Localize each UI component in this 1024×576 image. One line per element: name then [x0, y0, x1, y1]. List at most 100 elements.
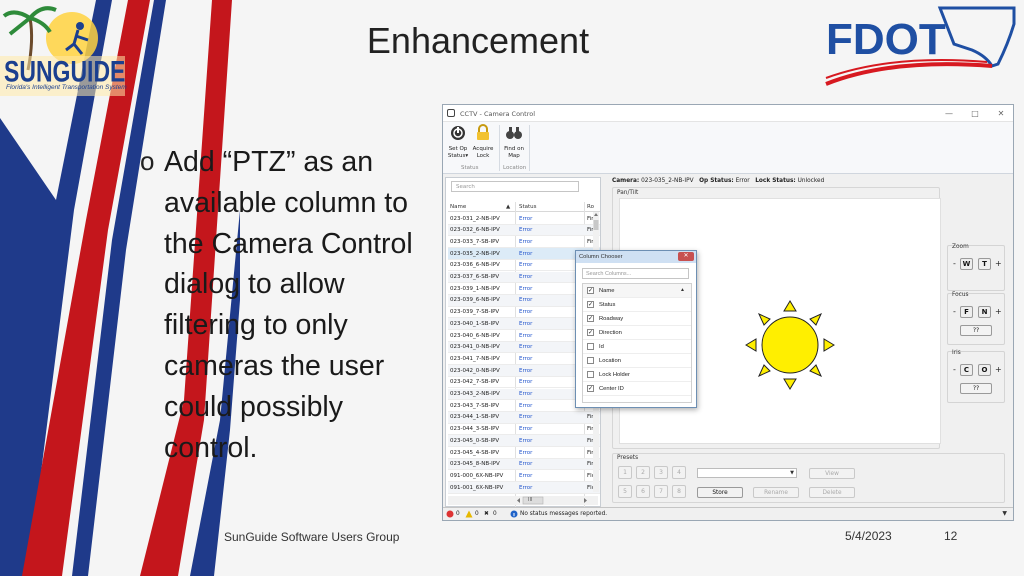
window-titlebar[interactable]: CCTV - Camera Control — □ ✕: [443, 105, 1013, 122]
iris-plus: +: [995, 365, 1002, 374]
camera-name: 023-037_6-SB-IPV: [450, 274, 500, 280]
ribbon-toolbar: Set Op Status▾ Acquire Lock Status Find …: [443, 122, 1013, 174]
preset-button-1[interactable]: 1: [618, 466, 632, 479]
focus-far-button[interactable]: F: [960, 306, 973, 318]
column-option-label: Location: [599, 358, 621, 364]
zoom-group: Zoom - W T +: [947, 244, 1005, 291]
column-option[interactable]: ✓ Direction: [583, 326, 691, 340]
checkbox[interactable]: ✓: [587, 315, 594, 322]
checkbox[interactable]: ✓: [587, 287, 594, 294]
checkbox[interactable]: [587, 343, 594, 350]
column-option[interactable]: Id: [583, 340, 691, 354]
grid-horizontal-scrollbar[interactable]: III: [448, 496, 598, 505]
camera-name: 023-039_6-NB-IPV: [450, 297, 500, 304]
preset-button-2[interactable]: 2: [636, 466, 650, 479]
focus-group: Focus - F N + ??: [947, 292, 1005, 345]
checkbox[interactable]: ✓: [587, 301, 594, 308]
table-row[interactable]: 091-001_6X-NB-IPV Error Flc: [448, 482, 600, 494]
maximize-button[interactable]: □: [969, 108, 981, 119]
checkbox[interactable]: ✓: [587, 385, 594, 392]
preset-select[interactable]: ▼: [697, 468, 797, 478]
acquire-lock-button[interactable]: Acquire Lock: [471, 124, 495, 160]
set-op-status-label: Set Op Status▾: [447, 146, 469, 159]
camera-name: 023-040_6-NB-IPV: [450, 332, 500, 339]
fdot-wordmark: FDOT: [826, 15, 946, 64]
camera-value: 023-035_2-NB-IPV: [641, 178, 694, 184]
column-option[interactable]: Lock Holder: [583, 368, 691, 382]
table-row[interactable]: 023-032_6-NB-IPV Error Fir: [448, 224, 600, 237]
preset-button-7[interactable]: 7: [654, 485, 668, 498]
iris-minus: -: [953, 365, 956, 374]
camera-name: 023-035_2-NB-IPV: [450, 250, 500, 257]
find-on-map-button[interactable]: Find on Map: [502, 124, 526, 160]
table-row[interactable]: 023-044_3-SB-IPV Error Fir: [448, 424, 600, 436]
camera-name: 023-036_6-NB-IPV: [450, 262, 500, 269]
table-row[interactable]: 023-045_4-SB-IPV Error Fir: [448, 447, 600, 459]
preset-button-6[interactable]: 6: [636, 485, 650, 498]
table-row[interactable]: 023-045_0-SB-IPV Error Fir: [448, 435, 600, 447]
info-count: 0: [493, 511, 497, 517]
camera-status: Error: [519, 309, 533, 316]
preset-store-button[interactable]: Store: [697, 487, 743, 498]
column-search-input[interactable]: Search Columns...: [582, 268, 689, 279]
focus-auto-button[interactable]: ??: [960, 325, 992, 336]
camera-name: 023-041_7-NB-IPV: [450, 355, 500, 362]
iris-auto-button[interactable]: ??: [960, 383, 992, 394]
footer-text: SunGuide Software Users Group: [224, 530, 400, 544]
window-title: CCTV - Camera Control: [460, 110, 536, 118]
zoom-wide-button[interactable]: W: [960, 258, 973, 270]
column-option-label: Roadway: [599, 316, 624, 322]
iris-close-button[interactable]: C: [960, 364, 973, 376]
camera-status: Error: [519, 215, 533, 222]
minimize-button[interactable]: —: [943, 108, 955, 119]
focus-near-button[interactable]: N: [978, 306, 991, 318]
camera-status: Error: [519, 238, 533, 245]
column-option[interactable]: ✓ Roadway: [583, 312, 691, 326]
preset-button-8[interactable]: 8: [672, 485, 686, 498]
column-chooser-dialog: Column Chooser ✕ Search Columns... ✓ Name…: [575, 250, 697, 408]
focus-minus: -: [953, 307, 956, 316]
role-column-header[interactable]: Ro: [587, 204, 594, 210]
camera-label: Camera:: [612, 178, 640, 184]
column-option[interactable]: ✓ Status: [583, 298, 691, 312]
preset-rename-button[interactable]: Rename: [753, 487, 799, 498]
column-chooser-titlebar[interactable]: Column Chooser ✕: [576, 251, 696, 263]
checkbox[interactable]: [587, 357, 594, 364]
set-op-status-button[interactable]: Set Op Status▾: [446, 124, 470, 160]
camera-status: Error: [519, 391, 533, 397]
table-row[interactable]: 091-000_6X-NB-IPV Error Flc: [448, 470, 600, 483]
column-option[interactable]: ✓ Center ID: [583, 382, 691, 396]
checkbox[interactable]: [587, 371, 594, 378]
table-row[interactable]: 023-033_7-SB-IPV Error Fir: [448, 236, 600, 249]
preset-button-5[interactable]: 5: [618, 485, 632, 498]
preset-button-4[interactable]: 4: [672, 466, 686, 479]
table-row[interactable]: 023-044_1-SB-IPV Error Fir: [448, 411, 600, 424]
camera-name: 091-001_6X-NB-IPV: [450, 484, 504, 491]
column-option-label: Status: [599, 302, 616, 308]
column-option[interactable]: Location: [583, 354, 691, 368]
zoom-tele-button[interactable]: T: [978, 258, 991, 270]
camera-status: Error: [519, 484, 533, 491]
preset-button-3[interactable]: 3: [654, 466, 668, 479]
checkbox[interactable]: ✓: [587, 329, 594, 336]
chevron-down-icon[interactable]: ▼: [1002, 510, 1007, 517]
column-list: ✓ Name ▲ ✓ Status ✓ Roadway ✓ Direction Id Locatio…: [582, 283, 692, 403]
camera-search-input[interactable]: Search: [451, 181, 579, 192]
column-option[interactable]: ✓ Name ▲: [583, 284, 691, 298]
preset-view-button[interactable]: View: [809, 468, 855, 479]
lock-status-label: Lock Status:: [755, 178, 796, 184]
name-column-header[interactable]: Name: [450, 204, 466, 210]
status-column-header[interactable]: Status: [519, 204, 537, 210]
location-group-label: Location: [503, 165, 527, 171]
status-group-label: Status: [461, 165, 479, 171]
column-chooser-close-button[interactable]: ✕: [678, 252, 694, 261]
close-window-button[interactable]: ✕: [995, 108, 1007, 119]
preset-delete-button[interactable]: Delete: [809, 487, 855, 498]
camera-name: 023-042_0-NB-IPV: [450, 367, 500, 374]
iris-open-button[interactable]: O: [978, 364, 991, 376]
camera-name: 023-032_6-NB-IPV: [450, 227, 500, 234]
camera-name: 023-045_8-NB-IPV: [450, 461, 500, 468]
chevron-down-icon: ▼: [790, 470, 794, 476]
table-row[interactable]: 023-031_2-NB-IPV Error Fir: [448, 213, 600, 225]
table-row[interactable]: 023-045_8-NB-IPV Error Fir: [448, 458, 600, 471]
